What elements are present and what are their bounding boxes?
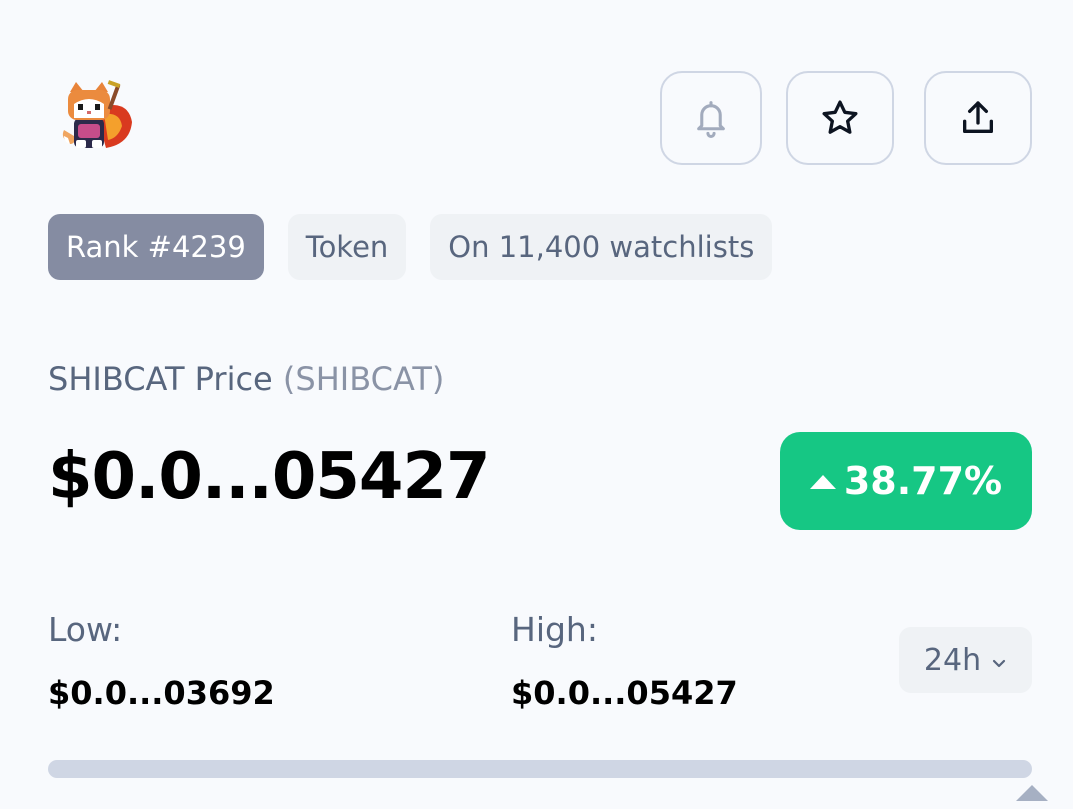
price-change-value: 38.77%: [843, 459, 1003, 503]
watchlist-count-tag: On 11,400 watchlists: [430, 214, 773, 280]
shibcat-logo: [56, 78, 138, 156]
coin-price-panel: Rank #4239 Token On 11,400 watchlists SH…: [0, 0, 1073, 809]
low-value: $0.0...03692: [48, 674, 275, 712]
caret-up-icon: [809, 475, 836, 489]
bell-icon: [692, 98, 730, 138]
period-dropdown[interactable]: 24h: [899, 627, 1032, 693]
period-value: 24h: [923, 642, 982, 678]
token-type-tag[interactable]: Token: [287, 214, 407, 280]
price-change-badge: 38.77%: [780, 432, 1032, 530]
price-value: $0.0...05427: [48, 440, 490, 514]
share-button[interactable]: [924, 71, 1032, 165]
price-title: SHIBCAT Price (SHIBCAT): [48, 360, 444, 398]
price-title-name: SHIBCAT Price: [48, 360, 273, 398]
high-value: $0.0...05427: [511, 674, 738, 712]
price-title-symbol: (SHIBCAT): [282, 360, 445, 398]
low-label: Low:: [48, 610, 123, 649]
share-icon: [958, 98, 998, 138]
range-marker-icon: [1016, 785, 1048, 801]
watchlist-button[interactable]: [786, 71, 894, 165]
chevron-down-icon: [991, 643, 1007, 678]
price-range-bar: [48, 760, 1032, 778]
alert-button[interactable]: [660, 71, 762, 165]
star-icon: [820, 98, 860, 138]
rank-badge: Rank #4239: [48, 214, 264, 280]
tag-row: Rank #4239 Token On 11,400 watchlists: [48, 214, 773, 280]
high-label: High:: [511, 610, 598, 649]
